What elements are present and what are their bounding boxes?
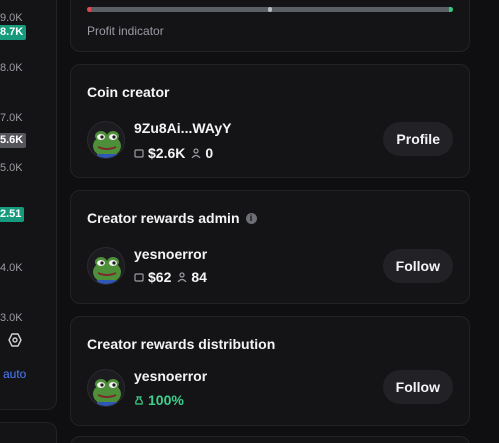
distribution-name[interactable]: yesnoerror [134,368,207,384]
card-title: Creator rewards distribution [87,336,275,352]
axis-tick-label: 7.0K [0,112,23,124]
user-icon [191,148,201,158]
follow-button[interactable]: Follow [382,249,453,283]
profit-indicator-card: Profit indicator [70,0,470,52]
price-badge: 8.7K [0,25,27,40]
next-card [70,436,470,443]
profile-button[interactable]: Profile [383,122,453,156]
avatar[interactable] [87,121,125,159]
rewards-admin-title: Creator rewards admin [87,210,240,226]
admin-name[interactable]: yesnoerror [134,246,207,262]
card-title: Creator rewards admin i [87,210,257,226]
axis-tick-label: 5.0K [0,162,23,174]
axis-tick-label: 8.0K [0,62,23,74]
distribution-share: 100% [148,392,184,408]
settings-icon[interactable] [8,333,22,347]
progress-gain-segment [449,7,453,12]
card-title: Coin creator [87,84,169,100]
admin-stats: $62 84 [134,269,207,285]
creator-name[interactable]: 9Zu8Ai...WAyY [134,120,232,136]
profit-progress-bar [87,7,453,12]
auto-scale-toggle[interactable]: auto [3,367,26,381]
price-chart-panel: 9.0K 8.7K 8.0K 7.0K 5.6K 5.0K 2.51 4.0K … [0,0,57,410]
money-bag-icon [135,396,143,405]
pepe-frog-icon [93,379,121,406]
rewards-distribution-title: Creator rewards distribution [87,336,276,352]
follow-button[interactable]: Follow [382,370,453,404]
creator-stats: $2.6K 0 [134,145,213,161]
coin-creator-card: Coin creator 9Zu8Ai...WAyY $2.6K 0 Profi… [70,64,470,178]
wallet-icon [134,149,144,158]
user-icon [177,272,187,282]
pepe-frog-icon [93,257,121,284]
profit-indicator-label: Profit indicator [87,24,164,38]
progress-loss-segment [87,7,91,12]
price-badge: 2.51 [0,207,25,222]
axis-tick-label: 4.0K [0,262,23,274]
creator-value: $2.6K [148,145,186,161]
creator-followers: 0 [205,145,214,161]
axis-tick-label: 9.0K [0,12,23,24]
distribution-stats: 100% [134,392,184,408]
creator-rewards-admin-card: Creator rewards admin i yesnoerror $62 8… [70,190,470,304]
pepe-frog-icon [93,131,121,158]
avatar[interactable] [87,369,125,407]
coin-creator-title: Coin creator [87,84,170,100]
creator-rewards-distribution-card: Creator rewards distribution yesnoerror … [70,316,470,426]
avatar[interactable] [87,247,125,285]
progress-marker [268,7,272,12]
left-panel-footer [0,422,57,443]
axis-tick-label: 3.0K [0,312,23,324]
price-badge: 5.6K [0,133,27,148]
admin-followers: 84 [191,269,207,285]
info-icon[interactable]: i [245,212,257,224]
admin-value: $62 [148,269,172,285]
wallet-icon [134,273,144,282]
